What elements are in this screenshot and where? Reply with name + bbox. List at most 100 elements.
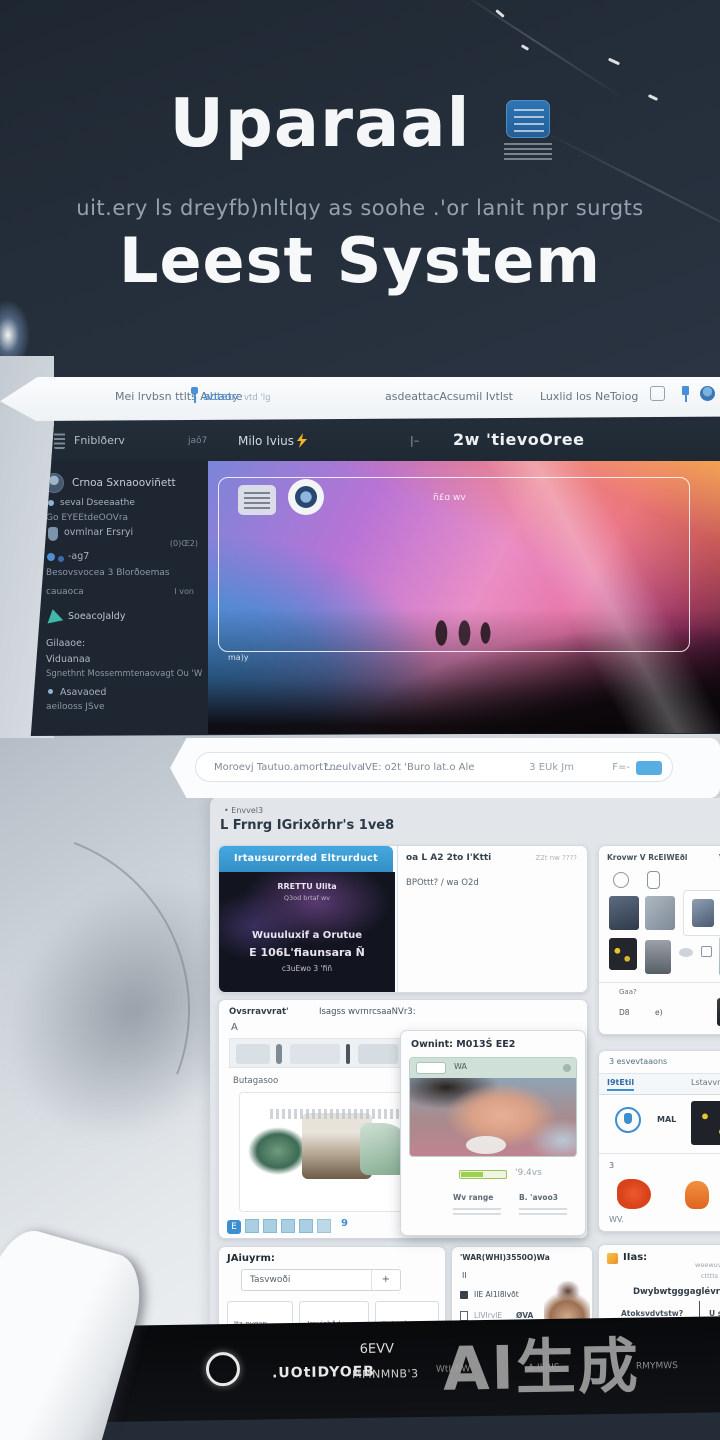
sidebar-item[interactable]: Gilaaoe:: [46, 638, 85, 649]
toolbar-item-4[interactable]: Luxlid los NeToiog: [540, 390, 638, 403]
profile-col2[interactable]: B. 'avoo3: [519, 1193, 558, 1202]
product-orange-thumb[interactable]: [617, 1179, 651, 1209]
products-panel[interactable]: Krovwr V RcEIWEðl Vouvtk.c eatts #30 'n …: [598, 845, 720, 1035]
bolt-icon: [296, 433, 308, 448]
product-thumb[interactable]: [609, 896, 639, 930]
bookmark-icon[interactable]: [678, 386, 693, 401]
sidebar-item[interactable]: -ag7: [68, 551, 89, 562]
nav-headline: 2w 'tievoOree: [453, 430, 584, 449]
tab-inactive[interactable]: Lstavvntattd'k: [691, 1078, 720, 1087]
toolbar-item-2[interactable]: abtety: [203, 390, 239, 403]
profile-card[interactable]: Ownint: M013Ś EE2 WA '9.4vs Wv range B. …: [400, 1030, 586, 1236]
content-panel: • Envvel3 L Frnrg IGrixðrhr's 1ve8 Irtau…: [210, 796, 720, 1344]
profile-col1[interactable]: Wv range: [453, 1193, 493, 1202]
circle-icon[interactable]: [613, 872, 629, 888]
product-thumb[interactable]: [609, 938, 637, 970]
list-header: 'WAR(WHI)3550O)Wa: [460, 1253, 550, 1262]
logo-fineprint: [504, 142, 552, 160]
sidebar-item[interactable]: Asavaoed: [60, 687, 106, 698]
profile-media: WA: [409, 1057, 577, 1157]
faint-lines: [519, 1207, 567, 1215]
gallery-mark: A: [231, 1022, 238, 1033]
footer-stack2: MMNMNB'3: [352, 1367, 419, 1381]
divider: [371, 1270, 372, 1290]
product-thumb[interactable]: [645, 896, 675, 930]
camera-lens-icon[interactable]: [288, 479, 324, 515]
search-input[interactable]: Moroevj Tautuo.amort?... Lneulva IVE: o2…: [195, 752, 673, 782]
mini-search-header: JAiuyrm:: [227, 1253, 275, 1264]
reviews-foot: WV.: [609, 1215, 624, 1224]
reviews-row-icon: 3: [609, 1161, 614, 1170]
sidebar-item[interactable]: Besovsvocea 3 Blorðoemas: [46, 568, 170, 578]
sidebar-item-account[interactable]: Crnoa Sxnaooviñett: [72, 477, 176, 489]
silhouette-figures: [433, 620, 503, 646]
gallery-page-squares[interactable]: [245, 1218, 337, 1233]
nav-brand[interactable]: Fniblðerv: [74, 434, 125, 447]
gallery-foot-icon[interactable]: E: [227, 1220, 241, 1234]
grid-icon[interactable]: [701, 946, 712, 957]
toolbar-item-2-sub: vtd 'lg: [244, 393, 271, 403]
promo-card[interactable]: Irtausurorrded Eltrurduct RRETTU Ulita Q…: [218, 845, 588, 993]
bag-outline-icon[interactable]: [647, 871, 660, 889]
gallery-collage[interactable]: [239, 1092, 424, 1212]
strip-thumb: [276, 1044, 282, 1064]
product-orange-thumb[interactable]: [685, 1181, 709, 1209]
media-corner-label: ma)y: [228, 653, 249, 662]
list-item[interactable]: II: [462, 1271, 467, 1280]
search-right-text: IVE: o2t 'Buro lat.o Ale: [362, 762, 474, 773]
photo-card-sub: BPOttt? / wa O2d: [406, 878, 479, 888]
map-pin-icon[interactable]: [615, 1107, 641, 1133]
products-div1[interactable]: Gaa?: [619, 988, 637, 996]
list-item[interactable]: LIVIrvlE: [474, 1311, 502, 1320]
search-button[interactable]: [636, 761, 662, 775]
sidebar-item[interactable]: seval Dseeaathe: [60, 498, 135, 508]
list-item[interactable]: IIE AI1I8lvðt: [474, 1290, 519, 1299]
browser-toolbar: Mei lrvbsn ttlts Avtaore abtety vtd 'lg …: [0, 377, 720, 421]
photo-subcard[interactable]: oa L A2 2to I'Ktti Z2t nw ???? BPOttt? /…: [397, 846, 587, 992]
profile-photo: [410, 1078, 576, 1156]
reviews-link[interactable]: 3 esvevtaaons: [609, 1057, 667, 1066]
promo-card-media: RRETTU Ulita Q3od brtaf wv Wuuuluxif a O…: [219, 872, 395, 992]
footer-stack1: 6EVV: [360, 1341, 395, 1357]
gallery-header-2: Isagss wvrnrcsaaNVr3:: [319, 1007, 416, 1017]
divider: [599, 982, 720, 983]
search-query: Moroevj Tautuo.amort?...: [214, 762, 338, 773]
info-faint2: ctttts ATÐja AWI): [701, 1272, 720, 1280]
info-faint1: weewuvrvtse uvrew: [695, 1261, 720, 1269]
sidebar-item[interactable]: Go EYEEtdeOOVra: [46, 513, 128, 523]
mini-search-plus[interactable]: +: [382, 1274, 390, 1285]
brand-stack-icon: [54, 432, 65, 449]
strip-thumb: [358, 1044, 398, 1064]
sidebar-item[interactable]: cauaoca: [46, 587, 84, 597]
profile-tab[interactable]: WA: [454, 1062, 467, 1071]
toolbar-item-3[interactable]: asdeattacAcsumil Ivtlst: [385, 390, 513, 403]
product-thumb[interactable]: [679, 948, 693, 957]
product-highlight[interactable]: #30 'n: [683, 890, 720, 936]
glint: [521, 44, 529, 51]
breadcrumb[interactable]: • Envvel3: [224, 806, 263, 815]
sidebar-item[interactable]: SoeacoJaldy: [68, 611, 125, 622]
dot-icon: [563, 1064, 571, 1072]
location-pin-icon: [191, 387, 199, 403]
sidebar-item[interactable]: aeilooss JSve: [46, 702, 105, 712]
sidebar-item[interactable]: ovmlnar Ersryi: [64, 527, 133, 538]
search-meta2: F=-: [612, 762, 630, 773]
tab-active[interactable]: I9tEtil: [607, 1078, 634, 1091]
reviews-panel[interactable]: 3 esvevtaaons I9tEtil Lstavvntattd'k MAL…: [598, 1050, 720, 1232]
product-thumb[interactable]: [645, 940, 671, 974]
nav-mini-label: jaǒ7: [188, 436, 207, 446]
product-thumb: [692, 899, 714, 927]
window-icon[interactable]: [650, 386, 665, 401]
app-window: Fniblðerv jaǒ7 Milo Ivius |– 2w 'tievoOr…: [28, 421, 720, 736]
nav-user[interactable]: Milo Ivius: [238, 434, 294, 448]
photo-card-badge: Z2t nw ????: [536, 854, 577, 862]
mini-search-box[interactable]: Tasvwoði +: [241, 1269, 401, 1291]
card-badge-icon[interactable]: [238, 485, 276, 515]
sidebar-item[interactable]: Sgnethnt Mossemmtenaovagt Ou 'W: [46, 669, 202, 679]
app-navbar: Fniblðerv jaǒ7 Milo Ivius |– 2w 'tievoOr…: [28, 421, 720, 461]
sidebar-item[interactable]: Viduanaa: [46, 654, 90, 665]
avatar-icon[interactable]: [700, 386, 715, 401]
promo-line: c3uEwo 3 'fiñ: [219, 964, 395, 973]
review-thumb[interactable]: [691, 1101, 720, 1145]
footer-small3: RMYMWS: [636, 1361, 678, 1372]
